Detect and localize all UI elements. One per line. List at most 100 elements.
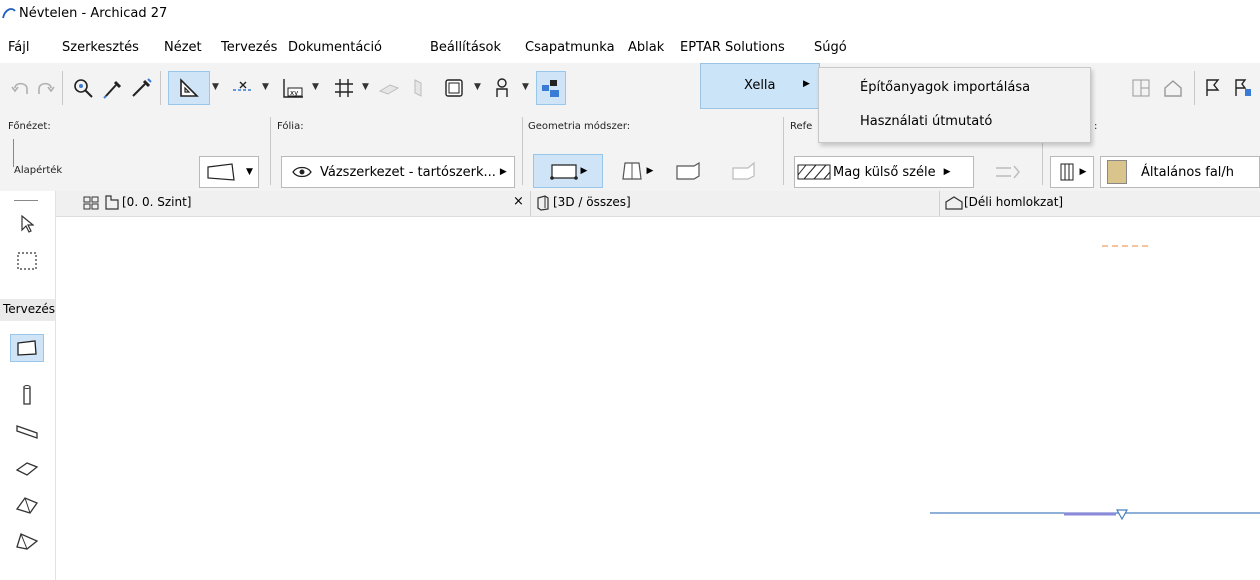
home-view-button[interactable] — [1160, 75, 1186, 101]
menu-edit[interactable]: Szerkesztés — [62, 40, 139, 60]
tab-divider — [530, 191, 531, 216]
menu-item-xella[interactable]: Xella — [744, 78, 776, 93]
infobox-separator — [783, 117, 784, 185]
chevron-right-icon: ▶ — [499, 167, 507, 177]
arrow-tool[interactable] — [10, 211, 44, 237]
slab-tool[interactable] — [10, 456, 44, 482]
column-tool[interactable] — [10, 382, 44, 408]
tab-floor-plan[interactable]: [0. 0. Szint] — [122, 195, 191, 209]
menu-design[interactable]: Tervezés — [221, 40, 277, 60]
reference-line-value: Mag külső széle — [833, 164, 936, 180]
tab-3d-view[interactable]: [3D / összes] — [553, 195, 631, 209]
toolbox-section-header[interactable]: Tervezés — [0, 299, 55, 321]
snap-guides-button[interactable] — [228, 75, 258, 101]
chevron-right-icon: ▶ — [943, 167, 951, 177]
menu-options[interactable]: Beállítások — [430, 40, 501, 60]
flip-arrow-icon — [996, 165, 1020, 179]
tab-close-icon[interactable]: × — [513, 194, 524, 209]
eptar-menu-dropdown: Xella ▶ — [700, 63, 820, 109]
house-icon — [1164, 80, 1182, 97]
snap-guides-icon — [233, 81, 253, 91]
floor-plan-icon — [105, 195, 119, 210]
reference-line-selector[interactable]: Mag külső széle ▶ — [794, 156, 974, 188]
plugin-blocks-icon — [542, 80, 559, 97]
favorite-marker — [13, 139, 14, 167]
menu-item-import-materials-label: Építőanyagok importálása — [860, 80, 1031, 95]
beam-tool[interactable] — [10, 419, 44, 445]
design-section-label: Tervezés — [3, 302, 56, 316]
dropdown-arrow-icon[interactable]: ▼ — [474, 82, 481, 92]
eyedropper-button[interactable] — [100, 75, 126, 101]
guide-lines-button[interactable] — [168, 71, 210, 105]
window-title: Névtelen - Archicad 27 — [19, 6, 168, 21]
menu-eptar-solutions[interactable]: EPTAR Solutions — [680, 40, 785, 60]
plane-icon — [378, 84, 400, 95]
undo-button[interactable] — [8, 75, 34, 101]
toolbox: Tervezés — [0, 191, 56, 580]
menu-item-import-materials[interactable]: Építőanyagok importálása — [819, 73, 1090, 103]
geometry-trapezoid-button[interactable]: ▶ — [608, 154, 664, 188]
dropdown-arrow-icon: ▼ — [246, 167, 253, 177]
person-view-button[interactable] — [488, 75, 516, 101]
menu-file[interactable]: Fájl — [8, 40, 29, 60]
toolbar-separator — [62, 71, 63, 105]
flip-button[interactable] — [984, 156, 1032, 188]
chevron-right-icon: ▶ — [1079, 167, 1087, 177]
renovation-button[interactable] — [1230, 75, 1256, 101]
box-icon — [445, 79, 463, 97]
eyedropper-icon — [103, 80, 122, 99]
menu-item-user-guide-label: Használati útmutató — [860, 114, 993, 129]
flag-button[interactable] — [1200, 75, 1226, 101]
grid-snap-button[interactable] — [330, 75, 358, 101]
slab-tool-icon — [15, 462, 39, 476]
menu-help[interactable]: Súgó — [814, 40, 847, 60]
tab-overview-icon[interactable] — [83, 196, 99, 210]
3d-view-icon — [537, 195, 549, 211]
dropdown-arrow-icon[interactable]: ▼ — [362, 82, 369, 92]
roof-tool[interactable] — [10, 492, 44, 518]
dropdown-arrow-icon[interactable]: ▼ — [262, 82, 269, 92]
infobox-separator — [522, 117, 523, 185]
marquee-icon — [17, 252, 37, 270]
tab-south-elevation[interactable]: [Déli homlokzat] — [964, 195, 1063, 209]
geometry-polygon-button[interactable] — [668, 154, 708, 188]
plane-vertical-icon — [414, 79, 422, 97]
wall-shape-icon — [207, 163, 235, 181]
section-plane-button[interactable] — [408, 75, 428, 101]
layer-selector[interactable]: Vázszerkezet - tartószerk... ▶ — [281, 156, 515, 188]
drawing-canvas[interactable] — [56, 217, 1260, 580]
hatched-reference-icon — [797, 164, 831, 180]
material-swatch — [1107, 160, 1127, 184]
geometry-log-button[interactable] — [724, 154, 764, 188]
marquee-tool[interactable] — [10, 248, 44, 274]
menu-view[interactable]: Nézet — [164, 40, 202, 60]
menu-teamwork[interactable]: Csapatmunka — [525, 40, 615, 60]
coordinates-button[interactable]: xy — [278, 75, 308, 101]
eye-icon — [292, 166, 312, 178]
menu-document[interactable]: Dokumentáció — [288, 40, 382, 60]
shell-tool-icon — [16, 533, 39, 550]
window-layout-button[interactable] — [1128, 75, 1154, 101]
view-box-button[interactable] — [440, 75, 468, 101]
view-tab-bar: [0. 0. Szint] × [3D / összes] [Déli homl… — [56, 191, 1260, 217]
wall-tool[interactable] — [10, 334, 44, 362]
xella-plugin-button[interactable] — [536, 71, 566, 105]
shell-tool[interactable] — [10, 528, 44, 554]
structure-label: : — [1094, 121, 1098, 132]
dropdown-arrow-icon[interactable]: ▼ — [212, 82, 219, 92]
syringe-button[interactable] — [128, 75, 154, 101]
surface-button[interactable] — [376, 75, 402, 101]
composite-selector[interactable]: Általános fal/h — [1100, 156, 1260, 188]
structure-type-button[interactable]: ▶ — [1050, 156, 1094, 188]
dropdown-arrow-icon[interactable]: ▼ — [312, 82, 319, 92]
find-select-button[interactable] — [70, 75, 96, 101]
redo-button[interactable] — [32, 75, 58, 101]
dropdown-arrow-icon[interactable]: ▼ — [522, 82, 529, 92]
level-triangle-icon — [1115, 509, 1129, 521]
geometry-straight-button[interactable]: ▶ — [533, 154, 603, 188]
polygon-wall-icon — [676, 161, 700, 180]
element-favorite-button[interactable]: ▼ — [199, 156, 259, 188]
menu-item-user-guide[interactable]: Használati útmutató — [819, 107, 1090, 137]
menu-window[interactable]: Ablak — [628, 40, 664, 60]
chevron-right-icon: ▶ — [580, 166, 588, 176]
